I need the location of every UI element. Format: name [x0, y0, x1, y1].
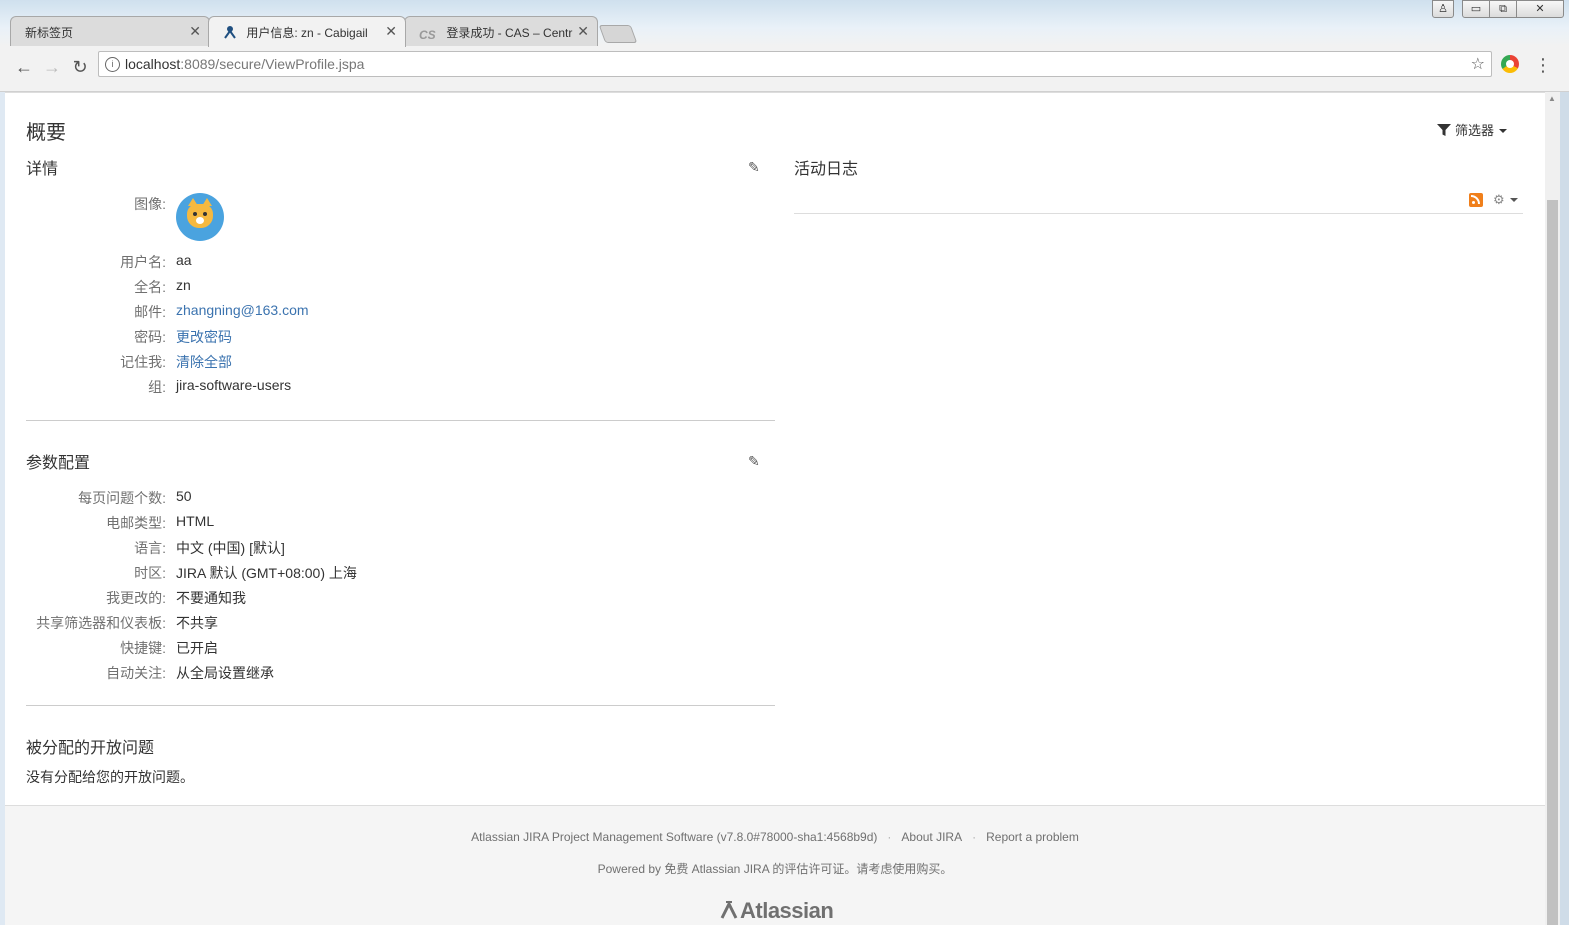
chevron-down-icon [1499, 129, 1508, 133]
atlassian-logo[interactable]: Atlassian [720, 898, 834, 924]
autowatch-value: 从全局设置继承 [176, 665, 274, 681]
edit-preferences-pencil-icon[interactable]: ✎ [748, 454, 762, 468]
footer-links: Atlassian JIRA Project Management Softwa… [471, 830, 1079, 844]
change-password-link[interactable]: 更改密码 [176, 327, 232, 347]
fullname-value: zn [176, 277, 191, 293]
address-url: localhost:8089/secure/ViewProfile.jspa [125, 56, 364, 72]
email-type-label: 电邮类型: [106, 515, 166, 531]
remember-me-label: 记住我: [120, 354, 166, 370]
activity-stream-title: 活动日志 [794, 161, 859, 178]
clear-all-link[interactable]: 清除全部 [176, 352, 232, 372]
scrollbar-thumb[interactable] [1547, 200, 1558, 925]
chevron-down-icon [1509, 198, 1518, 202]
tab-new-tab[interactable]: 新标签页 ✕ [10, 16, 210, 46]
page-content: 概要 筛选器 详情 ✎ 图像: 用户名: aa 全名: zn 邮件: zhang… [5, 92, 1545, 925]
footer-license-text: Powered by 免费 Atlassian JIRA 的评估许可证。请考虑使… [597, 862, 953, 876]
page-scrollbar[interactable]: ▲ [1545, 92, 1560, 925]
footer-software-link[interactable]: Atlassian JIRA Project Management Softwa… [471, 830, 877, 844]
restore-button[interactable]: ⧉ [1489, 0, 1517, 18]
my-changes-value: 不要通知我 [176, 590, 246, 606]
tab-label: 登录成功 - CAS – Centr [446, 26, 573, 40]
language-label: 语言: [134, 540, 166, 556]
close-window-button[interactable]: ✕ [1516, 0, 1564, 18]
username-value: aa [176, 252, 192, 268]
about-jira-link[interactable]: About JIRA [901, 830, 962, 844]
tab-cas-login[interactable]: CS 登录成功 - CAS – Centr ✕ [404, 16, 598, 46]
tab-label: 用户信息: zn - Cabigail [246, 26, 368, 40]
page-title: 概要 [26, 122, 66, 144]
browser-menu-icon[interactable]: ⋮ [1534, 55, 1552, 76]
password-label: 密码: [134, 329, 166, 345]
cas-favicon-icon: CS [419, 28, 436, 42]
url-host: localhost [125, 56, 181, 72]
sharing-label: 共享筛选器和仪表板: [36, 615, 166, 631]
filter-label: 筛选器 [1455, 123, 1495, 138]
details-section-title: 详情 [26, 161, 59, 178]
email-type-value: HTML [176, 513, 215, 529]
atlassian-mark-icon [720, 900, 738, 919]
issues-per-page-value: 50 [176, 488, 192, 504]
fullname-label: 全名: [134, 279, 166, 295]
preferences-divider [26, 705, 775, 706]
sharing-value: 不共享 [176, 615, 218, 631]
scroll-up-arrow-icon[interactable]: ▲ [1548, 94, 1556, 103]
close-icon[interactable]: ✕ [577, 23, 589, 40]
my-changes-label: 我更改的: [106, 590, 166, 606]
activity-divider [794, 213, 1523, 214]
shortcuts-label: 快捷键: [120, 640, 166, 656]
no-issues-message: 没有分配给您的开放问题。 [26, 769, 194, 785]
timezone-value: JIRA 默认 (GMT+08:00) 上海 [176, 565, 357, 581]
avatar-label: 图像: [134, 196, 166, 212]
reload-icon[interactable]: ↻ [68, 55, 92, 79]
bookmark-star-icon[interactable]: ☆ [1471, 54, 1485, 74]
preferences-section-title: 参数配置 [26, 455, 91, 472]
email-link[interactable]: zhangning@163.com [176, 302, 309, 318]
new-tab-button[interactable] [598, 25, 638, 43]
gear-icon[interactable]: ⚙ [1493, 192, 1518, 208]
assigned-issues-title: 被分配的开放问题 [26, 740, 155, 757]
tab-strip: 新标签页 ✕ 用户信息: zn - Cabigail ✕ CS 登录成功 - C… [0, 0, 1569, 47]
report-problem-link[interactable]: Report a problem [986, 830, 1079, 844]
window-border [1560, 92, 1569, 925]
edit-details-pencil-icon[interactable]: ✎ [748, 160, 762, 174]
cat-avatar-icon [187, 198, 213, 228]
timezone-label: 时区: [134, 565, 166, 581]
info-icon[interactable]: i [105, 57, 120, 72]
footer: Atlassian JIRA Project Management Softwa… [5, 805, 1545, 925]
jira-favicon-icon [223, 25, 237, 39]
language-value: 中文 (中国) [默认] [176, 540, 285, 556]
tab-label: 新标签页 [25, 26, 74, 40]
details-divider [26, 420, 775, 421]
close-icon[interactable]: ✕ [385, 23, 397, 40]
filter-icon [1437, 124, 1451, 136]
username-label: 用户名: [120, 254, 166, 270]
browser-chrome: 新标签页 ✕ 用户信息: zn - Cabigail ✕ CS 登录成功 - C… [0, 0, 1569, 92]
user-profile-icon[interactable]: ♙ [1432, 0, 1454, 18]
group-value: jira-software-users [176, 377, 292, 393]
address-bar[interactable]: i localhost:8089/secure/ViewProfile.jspa… [98, 51, 1492, 77]
chrome-extension-icon[interactable] [1501, 55, 1519, 73]
back-arrow-icon[interactable]: ← [12, 55, 36, 79]
close-icon[interactable]: ✕ [189, 23, 201, 40]
tab-user-profile[interactable]: 用户信息: zn - Cabigail ✕ [208, 16, 406, 47]
rss-feed-icon[interactable] [1469, 193, 1483, 207]
issues-per-page-label: 每页问题个数: [78, 490, 166, 506]
forward-arrow-icon[interactable]: → [40, 55, 64, 79]
atlassian-logo-text: Atlassian [740, 898, 834, 923]
avatar[interactable] [176, 193, 224, 241]
minimize-button[interactable]: ▭ [1462, 0, 1490, 18]
browser-toolbar: ← → ↻ i localhost:8089/secure/ViewProfil… [0, 46, 1569, 92]
filter-dropdown-button[interactable]: 筛选器 [1437, 120, 1508, 139]
top-divider [5, 92, 1545, 93]
shortcuts-value: 已开启 [176, 640, 218, 656]
autowatch-label: 自动关注: [106, 665, 166, 681]
url-path: :8089/secure/ViewProfile.jspa [180, 56, 365, 72]
group-label: 组: [148, 379, 166, 395]
email-label: 邮件: [134, 304, 166, 320]
